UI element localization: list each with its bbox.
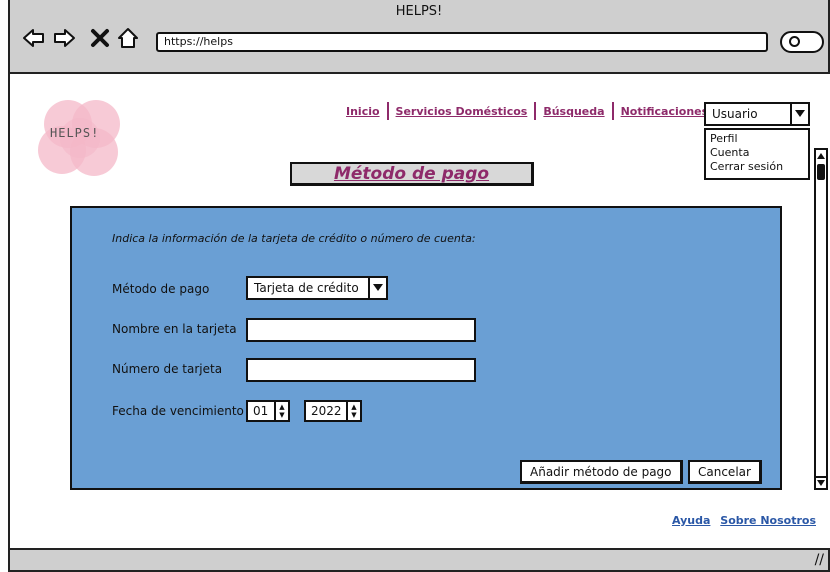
forward-button[interactable]	[52, 26, 76, 50]
stepper-arrows-icon[interactable]: ▲ ▼	[274, 402, 288, 420]
forward-arrow-icon	[54, 29, 75, 47]
status-bar: //	[8, 548, 830, 572]
browser-chrome: HELPS! https://helps	[8, 0, 830, 74]
site-logo[interactable]: HELPS!	[34, 94, 130, 180]
home-icon	[118, 28, 138, 48]
page-title: Método de pago	[333, 164, 490, 184]
add-payment-method-button[interactable]: Añadir método de pago	[520, 460, 683, 484]
home-button[interactable]	[116, 26, 140, 50]
vertical-scrollbar[interactable]	[814, 148, 828, 490]
payment-form-panel: Indica la información de la tarjeta de c…	[70, 206, 782, 490]
close-icon	[91, 29, 109, 47]
cancel-button[interactable]: Cancelar	[688, 460, 762, 484]
back-arrow-icon	[23, 29, 44, 47]
resize-grip-icon[interactable]: //	[815, 552, 824, 568]
window-title: HELPS!	[395, 4, 443, 19]
user-dropdown-menu: Perfil Cuenta Cerrar sesión	[704, 128, 810, 180]
nav-inicio[interactable]: Inicio	[346, 105, 380, 118]
nav-divider	[534, 102, 537, 120]
nav-divider	[611, 102, 614, 120]
url-input[interactable]: https://helps	[156, 32, 768, 52]
stepper-arrows-icon[interactable]: ▲ ▼	[346, 402, 360, 420]
card-number-label: Número de tarjeta	[112, 362, 223, 376]
user-dropdown-value: Usuario	[712, 107, 758, 121]
scroll-up-icon[interactable]	[816, 150, 826, 162]
logo-text: HELPS!	[50, 126, 100, 140]
user-dropdown[interactable]: Usuario	[704, 102, 810, 126]
nav-servicios-domesticos[interactable]: Servicios Domésticos	[396, 105, 528, 118]
expiry-month-value: 01	[253, 404, 269, 418]
footer-link-ayuda[interactable]: Ayuda	[672, 514, 710, 527]
top-navigation: Inicio Servicios Domésticos Búsqueda Not…	[346, 102, 724, 120]
page-content: HELPS! Inicio Servicios Domésticos Búsqu…	[8, 74, 830, 548]
card-name-label: Nombre en la tarjeta	[112, 322, 237, 336]
payment-method-select[interactable]: Tarjeta de crédito	[246, 276, 388, 300]
expiry-month-stepper[interactable]: 01 ▲ ▼	[246, 400, 290, 422]
chevron-down-icon	[368, 278, 386, 298]
card-name-input[interactable]	[246, 318, 476, 342]
form-instructions: Indica la información de la tarjeta de c…	[112, 232, 476, 245]
menu-item-cuenta[interactable]: Cuenta	[710, 146, 804, 160]
payment-method-value: Tarjeta de crédito	[254, 281, 359, 295]
scroll-down-icon[interactable]	[816, 476, 826, 488]
expiry-year-value: 2022	[311, 404, 342, 418]
nav-busqueda[interactable]: Búsqueda	[543, 105, 604, 118]
nav-notificaciones[interactable]: Notificaciones	[621, 105, 709, 118]
stop-button[interactable]	[88, 26, 112, 50]
footer-links: Ayuda Sobre Nosotros	[666, 514, 816, 527]
browser-search-button[interactable]	[780, 31, 824, 53]
nav-divider	[386, 102, 389, 120]
scroll-thumb[interactable]	[817, 164, 825, 180]
expiry-label: Fecha de vencimiento	[112, 404, 244, 418]
payment-method-label: Método de pago	[112, 282, 210, 296]
back-button[interactable]	[22, 26, 46, 50]
menu-item-cerrar-sesion[interactable]: Cerrar sesión	[710, 160, 804, 174]
menu-item-perfil[interactable]: Perfil	[710, 132, 804, 146]
search-icon	[789, 36, 800, 47]
expiry-year-stepper[interactable]: 2022 ▲ ▼	[304, 400, 362, 422]
card-number-input[interactable]	[246, 358, 476, 382]
page-title-box: Método de pago	[290, 162, 534, 186]
chevron-down-icon	[790, 104, 808, 124]
footer-link-sobre-nosotros[interactable]: Sobre Nosotros	[720, 514, 816, 527]
